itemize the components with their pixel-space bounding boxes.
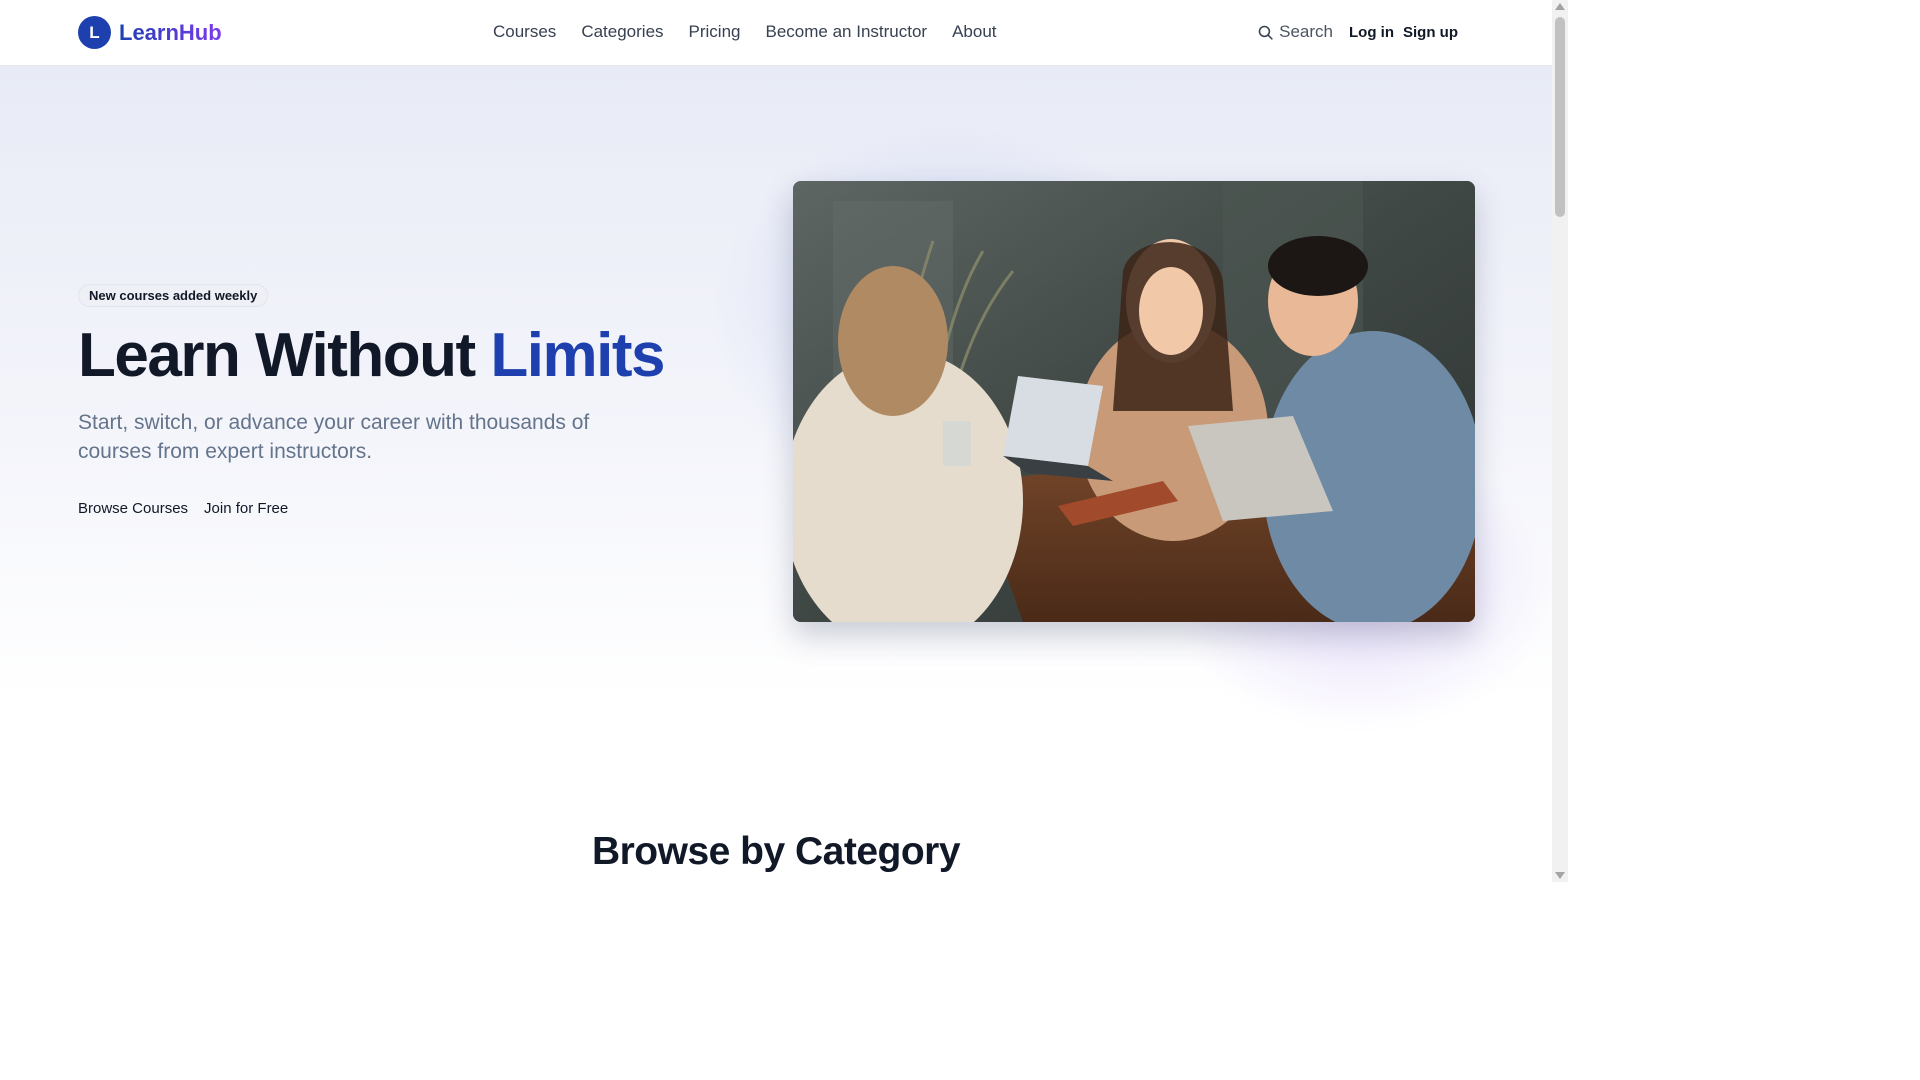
main-nav: Courses Categories Pricing Become an Ins… [493, 22, 997, 42]
browse-courses-button[interactable]: Browse Courses [78, 500, 188, 517]
login-link[interactable]: Log in [1349, 24, 1394, 41]
join-free-button[interactable]: Join for Free [204, 500, 288, 517]
hero-actions: Browse Courses Join for Free [78, 500, 288, 517]
browse-category-title: Browse by Category [591, 830, 961, 873]
logo-text: LearnHub [119, 19, 222, 45]
search-label: Search [1279, 22, 1333, 41]
nav-link-categories[interactable]: Categories [581, 22, 663, 42]
hero-section: New courses added weekly Learn Without L… [0, 66, 1552, 882]
search-icon [1258, 25, 1273, 40]
nav-link-pricing[interactable]: Pricing [689, 22, 741, 42]
scrollbar[interactable] [1552, 0, 1568, 882]
hero-title-accent: Limits [490, 321, 665, 390]
signup-link[interactable]: Sign up [1403, 24, 1458, 41]
header-actions: Search Log in Sign up [1257, 22, 1458, 42]
scroll-up-arrow-icon[interactable] [1555, 3, 1565, 10]
nav-link-become-instructor[interactable]: Become an Instructor [766, 22, 928, 42]
hero-badge: New courses added weekly [78, 284, 269, 307]
scroll-thumb[interactable] [1555, 17, 1565, 217]
nav-link-courses[interactable]: Courses [493, 22, 556, 42]
page: L LearnHub Courses Categories Pricing Be… [0, 0, 1568, 882]
logo[interactable]: L LearnHub [78, 16, 222, 49]
hero-subtitle: Start, switch, or advance your career wi… [78, 411, 590, 463]
hero-title: Learn Without Limits [78, 320, 665, 391]
hero-photo-illustration [793, 181, 1475, 622]
hero-photo [793, 181, 1475, 622]
hero-title-main: Learn Without [78, 321, 476, 390]
nav-link-about[interactable]: About [952, 22, 996, 42]
logo-badge: L [78, 16, 111, 49]
search-button[interactable]: Search [1257, 22, 1333, 42]
top-header: L LearnHub Courses Categories Pricing Be… [0, 0, 1552, 66]
scroll-down-arrow-icon[interactable] [1555, 872, 1565, 879]
